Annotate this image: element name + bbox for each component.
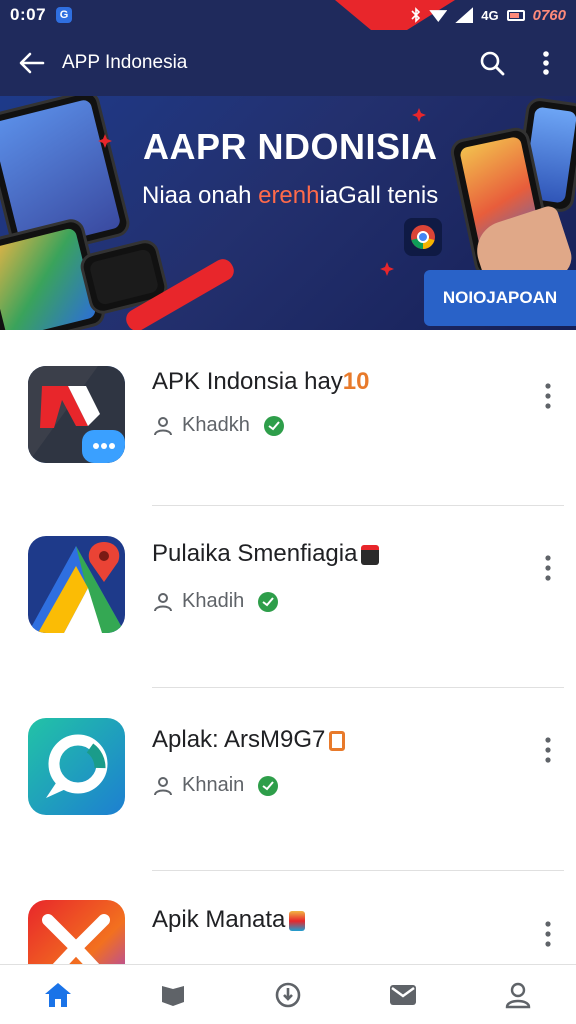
developer-name: Khnain: [182, 774, 245, 796]
app-bar-actions: [478, 49, 560, 77]
item-more-icon[interactable]: [536, 550, 560, 586]
developer-row: Khadkh: [152, 414, 284, 437]
item-more-icon[interactable]: [536, 916, 560, 952]
verified-icon: [263, 415, 284, 436]
status-time: 0:07: [10, 5, 47, 24]
verified-icon: [258, 775, 279, 796]
more-vertical-icon[interactable]: [532, 49, 560, 77]
verified-icon: [258, 591, 279, 612]
app-name-text: APK Indonsia hay: [152, 368, 343, 395]
inbox-icon[interactable]: [373, 970, 433, 1020]
star-icon: [98, 134, 112, 148]
app-name[interactable]: Pulaika Smenfiagia: [152, 540, 380, 568]
bluetooth-icon: [411, 7, 421, 23]
developer-row: Khnain: [152, 774, 279, 797]
app-name-badge: [329, 730, 346, 751]
apk-indonesia-icon[interactable]: [28, 366, 125, 463]
app-name[interactable]: APK Indonsia hay10: [152, 368, 370, 396]
banner-subtitle-accent: erenh: [258, 182, 320, 209]
item-more-icon[interactable]: [536, 732, 560, 768]
wifi-icon: [429, 10, 448, 22]
list-item[interactable]: APK Indonsia hay10 Khadkh: [0, 330, 576, 510]
list-item[interactable]: Aplak: ArsM9G7 Khnain: [0, 688, 576, 871]
banner-subtitle-prefix: Niaa onah: [142, 182, 259, 209]
star-icon: [412, 108, 426, 122]
home-icon[interactable]: [28, 970, 88, 1020]
app-name-text: Pulaika Smenfiagia: [152, 540, 358, 567]
maps-icon[interactable]: [28, 536, 125, 633]
status-indicators: 4G 0760: [411, 0, 566, 30]
page-title: APP Indonesia: [62, 52, 188, 73]
promo-banner[interactable]: AAPR NDONISIA Niaa onah erenhiaGall teni…: [0, 96, 576, 330]
app-name-text: Apik Manata: [152, 906, 286, 933]
updates-icon[interactable]: [258, 970, 318, 1020]
star-icon: [380, 262, 394, 276]
developer-icon: [152, 415, 174, 437]
app-name-text: Aplak: ArsM9G7: [152, 726, 326, 753]
network-label: 4G: [481, 7, 499, 23]
chat-ring-icon[interactable]: [28, 718, 125, 815]
banner-subtitle: Niaa onah erenhiaGall tenis: [142, 182, 438, 210]
banner-subtitle-suffix: iaGall tenis: [319, 182, 439, 209]
signal-icon: [455, 7, 474, 23]
list-item[interactable]: Apik Manata: [0, 870, 576, 964]
banner-cta-button[interactable]: NOIOJAPOAN: [424, 270, 576, 326]
developer-name: Khadkh: [182, 414, 250, 436]
back-arrow-icon[interactable]: [16, 47, 48, 79]
app-name-badge: [361, 544, 380, 565]
item-more-icon[interactable]: [536, 378, 560, 414]
status-bar: 0:07 G 4G 0760: [0, 0, 576, 30]
banner-title: AAPR NDONISIA: [143, 126, 438, 167]
app-name-tag: 10: [342, 368, 370, 395]
library-icon[interactable]: [143, 970, 203, 1020]
notification-app-icon: G: [56, 7, 73, 23]
x-app-icon[interactable]: [28, 900, 125, 964]
developer-name: Khadih: [182, 590, 245, 612]
battery-text: 0760: [532, 6, 566, 24]
profile-icon[interactable]: [488, 970, 548, 1020]
bottom-navigation: [0, 964, 576, 1024]
app-name-badge: [289, 910, 306, 931]
app-bar: APP Indonesia: [0, 30, 576, 96]
developer-icon: [152, 591, 174, 613]
developer-row: Khadih: [152, 590, 279, 613]
developer-icon: [152, 775, 174, 797]
chrome-tile-icon: [404, 218, 442, 256]
battery-icon: [506, 9, 525, 21]
list-item[interactable]: Pulaika Smenfiagia Khadih: [0, 506, 576, 688]
app-name[interactable]: Apik Manata: [152, 906, 306, 934]
search-icon[interactable]: [478, 49, 506, 77]
app-name[interactable]: Aplak: ArsM9G7: [152, 726, 346, 754]
